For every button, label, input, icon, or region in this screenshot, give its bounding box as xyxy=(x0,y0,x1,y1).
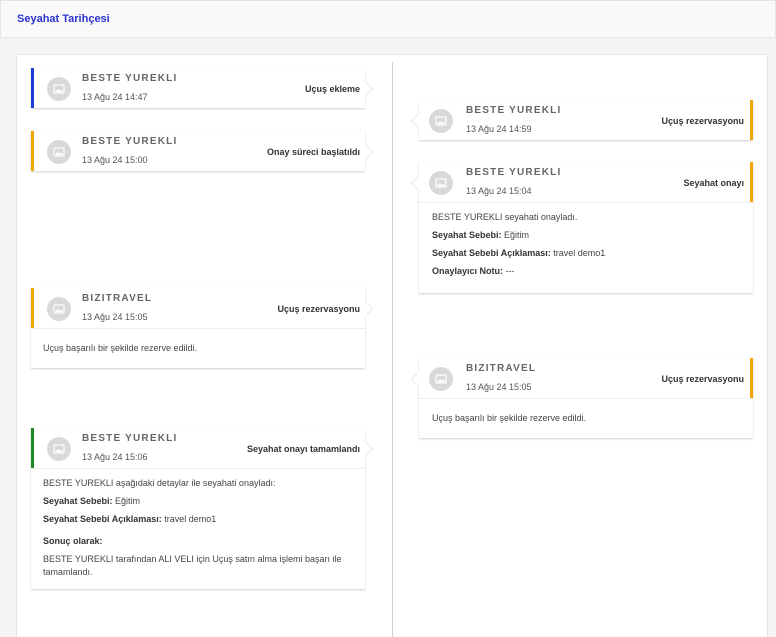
event-date: 13 Ağu 24 15:05 xyxy=(466,382,532,392)
reason-desc-value: travel demo1 xyxy=(164,514,217,524)
event-author: BESTE YUREKLI xyxy=(466,167,562,178)
image-placeholder-icon xyxy=(435,374,447,384)
avatar xyxy=(429,109,453,133)
image-placeholder-icon xyxy=(435,116,447,126)
event-action: Uçuş ekleme xyxy=(304,84,360,94)
avatar xyxy=(47,437,71,461)
event-date: 13 Ağu 24 15:04 xyxy=(466,186,532,196)
event-body-intro: Uçuş başarılı bir şekilde rezerve edildi… xyxy=(43,343,198,353)
event-author: BIZITRAVEL xyxy=(82,293,153,304)
event-body: BESTE YUREKLI seyahati onayladı. Seyahat… xyxy=(419,202,753,293)
event-author: BESTE YUREKLI xyxy=(82,136,178,147)
event-body-intro: BESTE YUREKLI aşağıdaki detaylar ile sey… xyxy=(43,478,276,488)
reason-label: Seyahat Sebebi: xyxy=(432,230,502,240)
event-header: BESTE YUREKLI 13 Ağu 24 15:00 Onay sürec… xyxy=(31,131,365,171)
event-author: BESTE YUREKLI xyxy=(466,105,562,116)
timeline-event-flight-add: BESTE YUREKLI 13 Ağu 24 14:47 Uçuş eklem… xyxy=(31,68,365,108)
image-placeholder-icon xyxy=(435,178,447,188)
event-header: BESTE YUREKLI 13 Ağu 24 14:59 Uçuş rezer… xyxy=(419,100,753,140)
image-placeholder-icon xyxy=(53,147,65,157)
timeline-event-flight-reservation: BESTE YUREKLI 13 Ağu 24 14:59 Uçuş rezer… xyxy=(419,100,753,140)
event-header: BESTE YUREKLI 13 Ağu 24 14:47 Uçuş eklem… xyxy=(31,68,365,108)
reason-value: Eğitim xyxy=(504,230,530,240)
avatar xyxy=(47,77,71,101)
event-date: 13 Ağu 24 14:59 xyxy=(466,124,532,134)
avatar xyxy=(47,297,71,321)
timeline-event-approval-started: BESTE YUREKLI 13 Ağu 24 15:00 Onay sürec… xyxy=(31,131,365,171)
event-body-reason-desc: Seyahat Sebebi Açıklaması: travel demo1 xyxy=(43,513,353,526)
event-body-intro: Uçuş başarılı bir şekilde rezerve edildi… xyxy=(432,413,587,423)
reason-desc-value: travel demo1 xyxy=(553,248,606,258)
reason-label: Seyahat Sebebi: xyxy=(43,496,113,506)
event-body: BESTE YUREKLI aşağıdaki detaylar ile sey… xyxy=(31,468,365,589)
event-body: Uçuş başarılı bir şekilde rezerve edildi… xyxy=(419,398,753,438)
event-date: 13 Ağu 24 15:05 xyxy=(82,312,148,322)
image-placeholder-icon xyxy=(53,444,65,454)
event-action: Seyahat onayı xyxy=(683,178,744,188)
event-author: BESTE YUREKLI xyxy=(82,433,178,444)
event-author: BIZITRAVEL xyxy=(466,363,537,374)
timeline-line xyxy=(392,62,393,637)
page-header: Seyahat Tarihçesi xyxy=(0,0,776,38)
reason-value: Eğitim xyxy=(115,496,141,506)
event-header: BIZITRAVEL 13 Ağu 24 15:05 Uçuş rezervas… xyxy=(31,288,365,328)
approver-note-value: --- xyxy=(505,266,515,276)
event-body: Uçuş başarılı bir şekilde rezerve edildi… xyxy=(31,328,365,368)
event-body-reason: Seyahat Sebebi: Eğitim xyxy=(43,495,353,508)
reason-desc-label: Seyahat Sebebi Açıklaması: xyxy=(432,248,551,258)
event-header: BESTE YUREKLI 13 Ağu 24 15:06 Seyahat on… xyxy=(31,428,365,468)
event-body-approver-note: Onaylayıcı Notu: --- xyxy=(432,265,741,278)
event-body-reason-desc: Seyahat Sebebi Açıklaması: travel demo1 xyxy=(432,247,741,260)
event-action: Seyahat onayı tamamlandı xyxy=(246,444,360,454)
image-placeholder-icon xyxy=(53,84,65,94)
event-action: Uçuş rezervasyonu xyxy=(661,374,744,384)
approver-note-label: Onaylayıcı Notu: xyxy=(432,266,504,276)
avatar xyxy=(47,140,71,164)
event-body-intro: BESTE YUREKLI seyahati onayladı. xyxy=(432,212,578,222)
event-header: BIZITRAVEL 13 Ağu 24 15:05 Uçuş rezervas… xyxy=(419,358,753,398)
avatar xyxy=(429,171,453,195)
event-action: Onay süreci başlatıldı xyxy=(266,147,360,157)
page-title: Seyahat Tarihçesi xyxy=(17,13,110,25)
reason-desc-label: Seyahat Sebebi Açıklaması: xyxy=(43,514,162,524)
event-date: 13 Ağu 24 15:00 xyxy=(82,155,148,165)
image-placeholder-icon xyxy=(53,304,65,314)
event-body-result-label: Sonuç olarak: xyxy=(43,535,353,548)
event-body-reason: Seyahat Sebebi: Eğitim xyxy=(432,229,741,242)
event-date: 13 Ağu 24 15:06 xyxy=(82,452,148,462)
event-action: Uçuş rezervasyonu xyxy=(277,304,360,314)
avatar xyxy=(429,367,453,391)
timeline-event-flight-reservation-bizitravel: BIZITRAVEL 13 Ağu 24 15:05 Uçuş rezervas… xyxy=(31,288,365,368)
event-body-result-text: BESTE YUREKLI tarafından ALI VELI için U… xyxy=(43,554,342,577)
result-label: Sonuç olarak: xyxy=(43,536,103,546)
timeline-event-travel-approval-completed: BESTE YUREKLI 13 Ağu 24 15:06 Seyahat on… xyxy=(31,428,365,589)
event-date: 13 Ağu 24 14:47 xyxy=(82,92,148,102)
event-author: BESTE YUREKLI xyxy=(82,73,178,84)
timeline-event-travel-approval: BESTE YUREKLI 13 Ağu 24 15:04 Seyahat on… xyxy=(419,162,753,293)
event-header: BESTE YUREKLI 13 Ağu 24 15:04 Seyahat on… xyxy=(419,162,753,202)
timeline-event-flight-reservation-bizitravel: BIZITRAVEL 13 Ağu 24 15:05 Uçuş rezervas… xyxy=(419,358,753,438)
event-action: Uçuş rezervasyonu xyxy=(661,116,744,126)
